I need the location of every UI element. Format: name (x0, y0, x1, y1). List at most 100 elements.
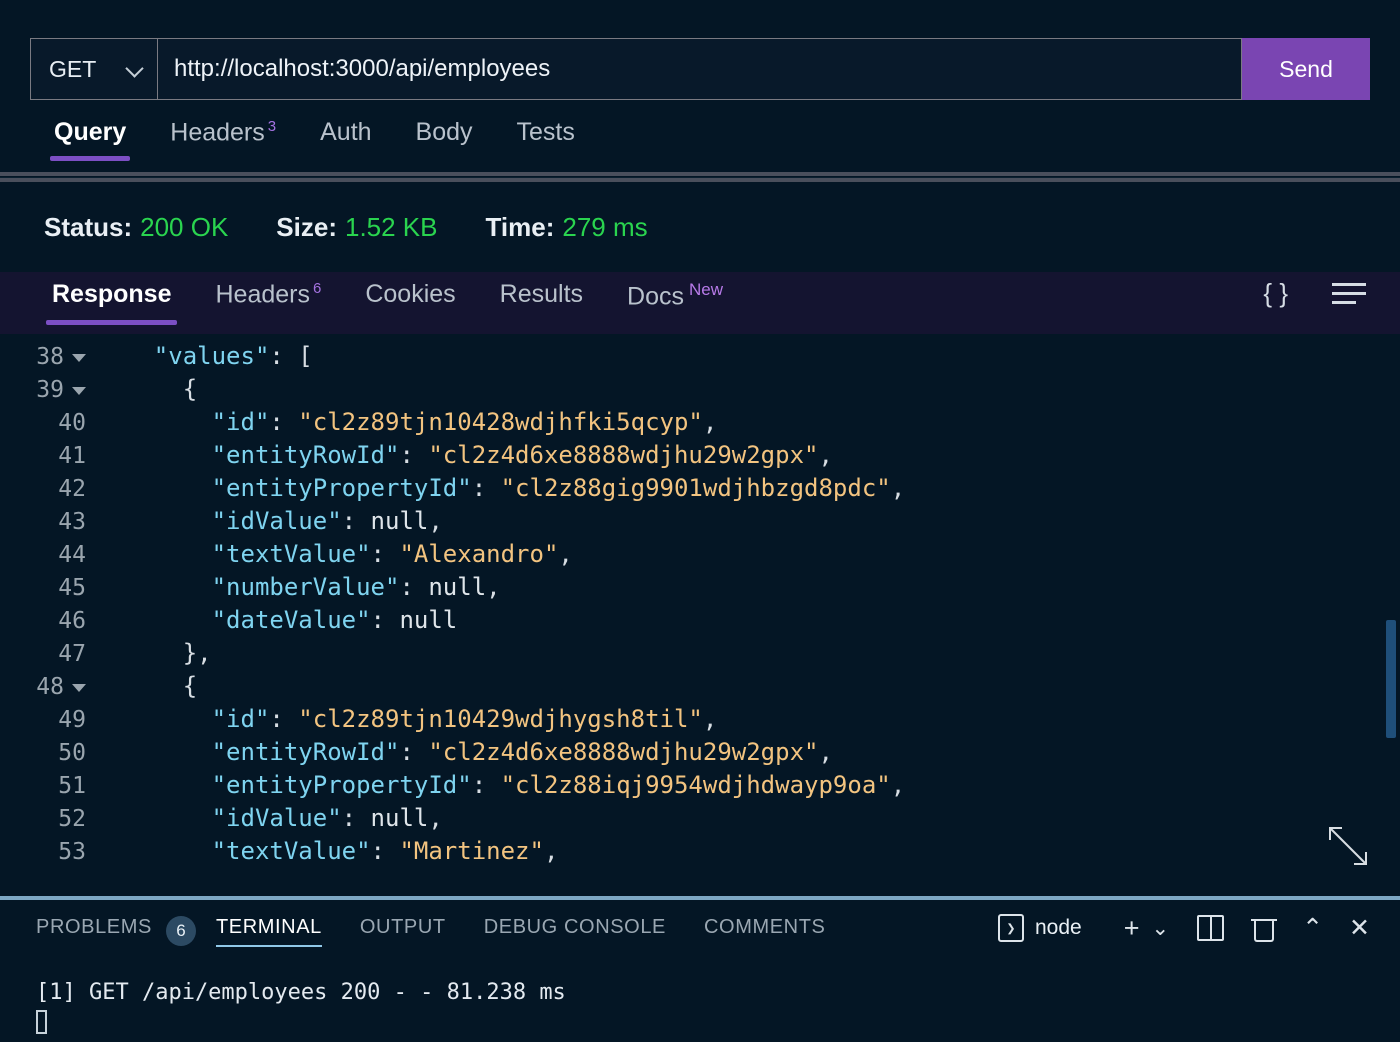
code-token: "entityRowId" (211, 441, 400, 469)
request-bar: GET Send (0, 0, 1400, 110)
api-client-window: GET Send QueryHeaders3 Auth Body Tests Stat… (0, 0, 1400, 1042)
line-number: 44 (58, 542, 86, 568)
line-number: 43 (58, 509, 86, 535)
response-tab-response[interactable]: Response (30, 272, 193, 325)
code-line: 44 "textValue": "Alexandro", (0, 538, 1400, 571)
panel-tab-badge: 6 (165, 916, 196, 946)
code-token: : (399, 738, 429, 766)
code-line: 53 "textValue": "Martinez", (0, 835, 1400, 868)
code-token: : (370, 837, 400, 865)
horizontal-splitter[interactable] (0, 172, 1400, 184)
code-token: "cl2z89tjn10429wdjhygsh8til" (298, 705, 703, 733)
request-tab-headers[interactable]: Headers 3 (148, 112, 298, 161)
code-token: "textValue" (211, 837, 371, 865)
response-tab-badge: 6 (312, 280, 322, 297)
http-method-select[interactable]: GET (30, 38, 158, 100)
code-line: 52 "idValue": null, (0, 802, 1400, 835)
panel-tab-terminal[interactable]: TERMINAL (215, 916, 322, 947)
code-line: 47 }, (0, 637, 1400, 670)
code-token: : (399, 573, 429, 601)
code-token: : (370, 540, 400, 568)
response-tab-label: Results (499, 280, 584, 308)
response-body-viewer[interactable]: 38 "values": [39 {40 "id": "cl2z89tjn104… (0, 334, 1400, 890)
split-terminal-icon[interactable] (1197, 915, 1225, 941)
panel-tab-output[interactable]: OUTPUT (360, 916, 446, 947)
line-number: 39 (0, 374, 96, 407)
response-tab-label: Response (52, 280, 172, 308)
request-tab-body[interactable]: Body (394, 112, 495, 161)
new-terminal-button[interactable]: + (1124, 914, 1140, 942)
terminal-line: [1] GET /api/employees 200 - - 81.238 ms (36, 980, 566, 1005)
line-number: 47 (58, 641, 86, 667)
status-label: Status: (44, 211, 133, 242)
line-number: 42 (58, 476, 86, 502)
line-number: 51 (58, 773, 86, 799)
time-value: 279 ms (562, 211, 648, 242)
panel-tab-debug-console[interactable]: DEBUG CONSOLE (484, 916, 666, 947)
code-text: "entityRowId": "cl2z4d6xe8888wdjhu29w2gp… (96, 439, 833, 472)
code-token: "cl2z88iqj9954wdjhdwayp9oa" (500, 771, 891, 799)
code-token: "idValue" (211, 507, 342, 535)
vertical-scrollbar[interactable] (1386, 620, 1396, 738)
code-text: "id": "cl2z89tjn10428wdjhfki5qcyp", (96, 406, 718, 439)
response-meta: Status: 200 OK Size: 1.52 KB Time: 279 ms (0, 196, 1400, 258)
panel-tab-problems[interactable]: PROBLEMS (36, 916, 152, 947)
code-text: "entityPropertyId": "cl2z88gig9901wdjhbz… (96, 472, 906, 505)
kill-terminal-icon[interactable] (1251, 915, 1278, 942)
fold-arrow-icon[interactable] (72, 386, 86, 395)
response-tab-docs[interactable]: Docs New (605, 272, 745, 327)
line-number: 49 (58, 707, 86, 733)
code-token: "numberValue" (211, 573, 400, 601)
code-text: "values": [ (96, 340, 313, 373)
request-tab-label: Auth (320, 118, 372, 146)
fold-arrow-icon[interactable] (72, 683, 86, 692)
format-json-icon[interactable]: { } (1263, 280, 1288, 306)
code-token: "cl2z89tjn10428wdjhfki5qcyp" (298, 408, 703, 436)
code-line: 48 { (0, 670, 1400, 703)
code-token: "cl2z4d6xe8888wdjhu29w2gpx" (428, 441, 819, 469)
code-text: "dateValue": null (96, 604, 458, 637)
code-token: , (428, 507, 443, 535)
terminal-cursor (36, 1010, 47, 1034)
line-number: 53 (58, 839, 86, 865)
request-tab-auth[interactable]: Auth (298, 112, 393, 161)
response-tab-label: Docs (627, 282, 684, 311)
code-token: , (543, 837, 559, 865)
request-tab-query[interactable]: Query (32, 112, 148, 161)
response-tab-cookies[interactable]: Cookies (343, 272, 477, 325)
code-token: "id" (211, 705, 270, 733)
request-tab-tests[interactable]: Tests (495, 112, 597, 161)
code-token: "entityPropertyId" (211, 771, 472, 799)
code-token: { (182, 375, 198, 403)
panel-tab-bar: PROBLEMS 6 TERMINAL OUTPUT DEBUG CONSOLE COMM… (0, 900, 1400, 962)
code-line: 49 "id": "cl2z89tjn10429wdjhygsh8til", (0, 703, 1400, 736)
request-tab-label: Tests (516, 118, 575, 146)
code-text: "numberValue": null, (96, 571, 501, 604)
line-number: 40 (58, 410, 86, 436)
send-button[interactable]: Send (1242, 38, 1370, 100)
url-input[interactable] (158, 38, 1242, 100)
code-text: "idValue": null, (96, 802, 443, 835)
code-text: "entityRowId": "cl2z4d6xe8888wdjhu29w2gp… (96, 736, 833, 769)
code-token: "entityPropertyId" (211, 474, 472, 502)
code-line: 41 "entityRowId": "cl2z4d6xe8888wdjhu29w… (0, 439, 1400, 472)
code-token: , (558, 540, 573, 568)
wrap-lines-icon[interactable] (1332, 282, 1366, 304)
code-line: 51 "entityPropertyId": "cl2z88iqj9954wdj… (0, 769, 1400, 802)
response-tab-headers[interactable]: Headers 6 (193, 272, 343, 325)
new-terminal-dropdown-icon[interactable]: ⌄ (1151, 918, 1169, 939)
code-token: null (370, 804, 429, 832)
http-method-value: GET (49, 55, 97, 82)
code-token: : (370, 606, 400, 634)
maximize-panel-icon[interactable]: ⌃ (1302, 913, 1323, 943)
panel-tab-comments[interactable]: COMMENTS (704, 916, 825, 947)
close-panel-icon[interactable]: ✕ (1349, 913, 1370, 943)
response-tab-results[interactable]: Results (478, 272, 605, 325)
active-terminal-chip[interactable]: ❯ node (997, 914, 1082, 942)
request-tab-label: Body (415, 118, 473, 146)
code-token: , (890, 771, 906, 799)
terminal-icon: ❯ (997, 914, 1024, 942)
code-token: , (702, 408, 718, 436)
fold-arrow-icon[interactable] (72, 353, 86, 362)
terminal-output[interactable]: [1] GET /api/employees 200 - - 81.238 ms (0, 962, 1400, 1042)
